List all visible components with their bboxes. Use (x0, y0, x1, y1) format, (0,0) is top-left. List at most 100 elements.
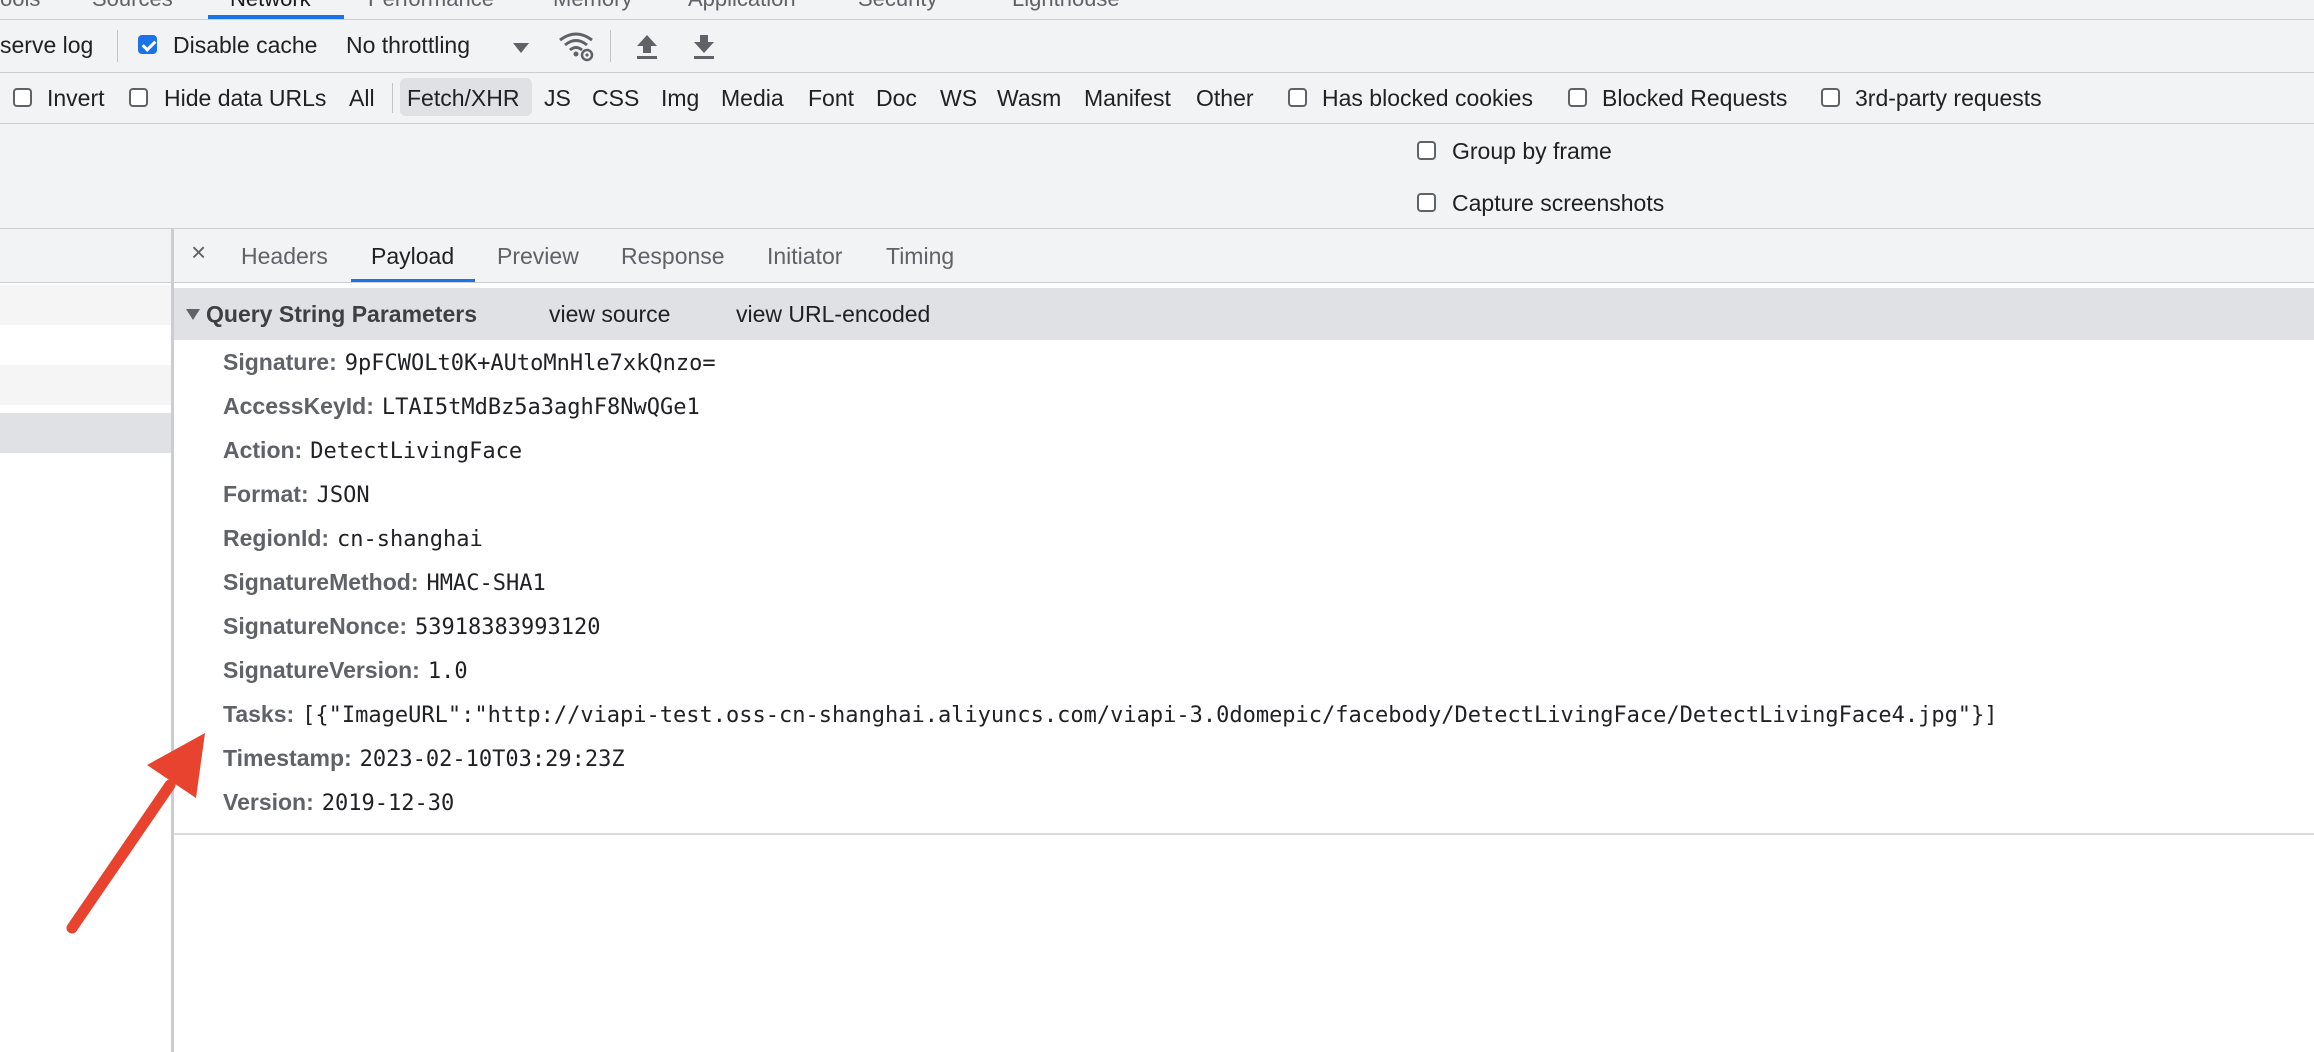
tab-timing[interactable]: Timing (886, 243, 954, 270)
disable-cache-checkbox[interactable] (138, 35, 157, 54)
filter-divider (392, 83, 393, 113)
invert-checkbox[interactable] (13, 88, 32, 107)
capture-screenshots-label[interactable]: Capture screenshots (1452, 190, 1664, 216)
hide-data-urls-label[interactable]: Hide data URLs (164, 85, 326, 111)
hide-data-urls-checkbox[interactable] (129, 88, 148, 107)
tab-performance[interactable]: Performance (368, 0, 494, 12)
param-row: Version: 2019-12-30 (223, 787, 454, 821)
tab-initiator[interactable]: Initiator (767, 243, 842, 270)
toolbar-divider (117, 30, 118, 62)
param-row: Signature: 9pFCWOLt0K+AUtoMnHle7xkQnzo= (223, 347, 716, 381)
param-row: Action: DetectLivingFace (223, 435, 522, 469)
tab-lighthouse[interactable]: Lighthouse (1012, 0, 1120, 12)
param-key: SignatureNonce: (223, 613, 408, 639)
param-key: SignatureVersion: (223, 657, 420, 683)
tab-response[interactable]: Response (621, 243, 725, 270)
tab-headers[interactable]: Headers (241, 243, 328, 270)
preserve-log-label[interactable]: serve log (0, 32, 93, 58)
filter-type-wasm[interactable]: Wasm (997, 85, 1061, 111)
tab-sources[interactable]: Sources (92, 0, 173, 12)
third-party-requests-checkbox[interactable] (1821, 88, 1840, 107)
param-value: 1.0 (427, 659, 468, 684)
param-key: Format: (223, 481, 309, 507)
network-filter-bar: Invert Hide data URLs All Fetch/XHR JS C… (0, 73, 2314, 124)
blocked-requests-label[interactable]: Blocked Requests (1602, 85, 1787, 111)
table-row[interactable] (0, 285, 171, 325)
param-row: Format: JSON (223, 479, 370, 513)
filter-type-js[interactable]: JS (544, 85, 571, 111)
param-value: cn-shanghai (337, 527, 483, 552)
filter-type-media[interactable]: Media (721, 85, 784, 111)
param-value: DetectLivingFace (310, 439, 523, 464)
param-value: 9pFCWOLt0K+AUtoMnHle7xkQnzo= (344, 351, 716, 376)
table-row[interactable] (0, 325, 171, 365)
param-key: Signature: (223, 349, 337, 375)
param-key: Version: (223, 789, 314, 815)
param-row: SignatureNonce: 53918383993120 (223, 611, 600, 645)
tab-payload[interactable]: Payload (371, 243, 454, 270)
param-value: 53918383993120 (415, 615, 601, 640)
param-row: Timestamp: 2023-02-10T03:29:23Z (223, 743, 625, 777)
request-detail-tabs: × Headers Payload Preview Response Initi… (174, 229, 2314, 283)
table-row-selected[interactable] (0, 413, 171, 453)
param-value: LTAI5tMdBz5a3aghF8NwQGe1 (381, 395, 700, 420)
filter-type-other[interactable]: Other (1196, 85, 1254, 111)
query-string-parameters-header[interactable]: Query String Parameters view source view… (174, 288, 2314, 340)
close-icon[interactable]: × (191, 237, 206, 268)
throttling-select[interactable]: No throttling (346, 32, 470, 58)
param-key: Action: (223, 437, 303, 463)
import-har-icon[interactable] (634, 33, 660, 61)
throttling-dropdown-icon[interactable] (512, 42, 530, 54)
toolbar-divider (610, 30, 611, 62)
filter-type-fetch-xhr[interactable]: Fetch/XHR (407, 85, 519, 111)
active-tab-indicator (208, 15, 344, 19)
param-key: AccessKeyId: (223, 393, 374, 419)
filter-type-font[interactable]: Font (808, 85, 854, 111)
tab-console[interactable]: ools (0, 0, 40, 12)
filter-type-doc[interactable]: Doc (876, 85, 917, 111)
section-title: Query String Parameters (206, 301, 478, 327)
tab-application[interactable]: Application (688, 0, 796, 12)
devtools-main-tabs: ools Sources Network Performance Memory … (0, 0, 2314, 20)
param-value: HMAC-SHA1 (426, 571, 546, 596)
param-row: AccessKeyId: LTAI5tMdBz5a3aghF8NwQGe1 (223, 391, 700, 425)
param-key: RegionId: (223, 525, 330, 551)
active-tab-indicator (351, 279, 475, 282)
collapse-triangle-icon[interactable] (186, 309, 200, 320)
blocked-requests-checkbox[interactable] (1568, 88, 1587, 107)
param-row: SignatureMethod: HMAC-SHA1 (223, 567, 546, 601)
view-url-encoded-button[interactable]: view URL-encoded (736, 301, 930, 328)
export-har-icon[interactable] (691, 33, 717, 61)
filter-type-css[interactable]: CSS (592, 85, 639, 111)
param-key: Timestamp: (223, 745, 352, 771)
group-by-frame-label[interactable]: Group by frame (1452, 138, 1612, 164)
param-row: RegionId: cn-shanghai (223, 523, 483, 557)
param-row: Tasks: [{"ImageURL":"http://viapi-test.os… (223, 699, 1998, 733)
has-blocked-cookies-label[interactable]: Has blocked cookies (1322, 85, 1533, 111)
request-list-header (0, 229, 171, 283)
param-row: SignatureVersion: 1.0 (223, 655, 468, 689)
param-key: SignatureMethod: (223, 569, 419, 595)
param-key: Tasks: (223, 701, 295, 727)
tab-network[interactable]: Network (230, 0, 311, 12)
tab-memory[interactable]: Memory (553, 0, 632, 12)
third-party-requests-label[interactable]: 3rd-party requests (1855, 85, 2042, 111)
filter-type-all[interactable]: All (349, 85, 375, 111)
filter-type-img[interactable]: Img (661, 85, 699, 111)
filter-type-ws[interactable]: WS (940, 85, 977, 111)
tab-security[interactable]: Security (858, 0, 937, 12)
network-toolbar: serve log Disable cache No throttling (0, 20, 2314, 73)
network-conditions-icon[interactable] (558, 30, 596, 62)
table-row[interactable] (0, 365, 171, 405)
group-by-frame-checkbox[interactable] (1417, 141, 1436, 160)
invert-label[interactable]: Invert (47, 85, 105, 111)
has-blocked-cookies-checkbox[interactable] (1288, 88, 1307, 107)
filter-type-manifest[interactable]: Manifest (1084, 85, 1171, 111)
param-value: JSON (316, 483, 370, 508)
capture-screenshots-checkbox[interactable] (1417, 193, 1436, 212)
disable-cache-label[interactable]: Disable cache (173, 32, 317, 58)
param-value: 2019-12-30 (321, 791, 455, 816)
param-value: [{"ImageURL":"http://viapi-test.oss-cn-s… (302, 703, 1998, 728)
tab-preview[interactable]: Preview (497, 243, 579, 270)
view-source-button[interactable]: view source (549, 301, 670, 328)
